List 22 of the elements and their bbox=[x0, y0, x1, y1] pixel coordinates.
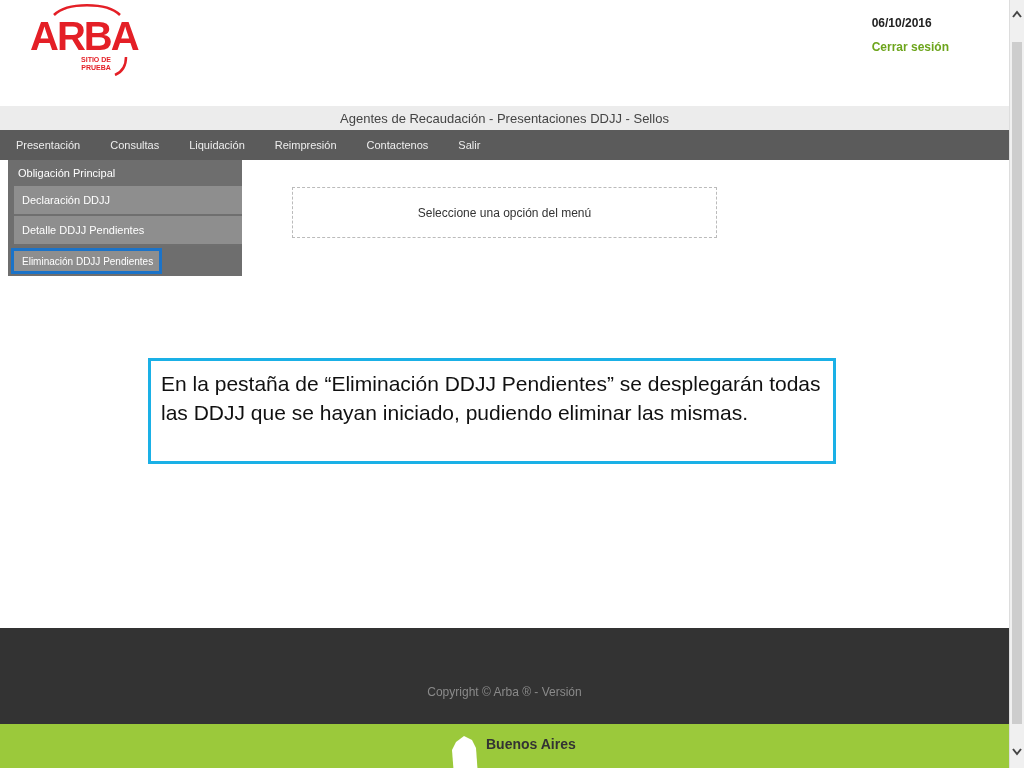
title-bar: Agentes de Recaudación - Presentaciones DDJJ - Sellos bbox=[0, 106, 1009, 130]
menu-item[interactable]: Consultas bbox=[100, 130, 180, 160]
callout-note: En la pestaña de “Eliminación DDJJ Pendientes” se desplegarán todas las DDJJ que se hayan iniciado, pudiendo eliminar las mismas. bbox=[148, 358, 836, 464]
date-text: 06/10/2016 bbox=[871, 16, 933, 30]
copyright-text: Copyright © Arba ® - Versión bbox=[427, 685, 582, 699]
scroll-up-icon[interactable] bbox=[1012, 10, 1022, 18]
province-map-icon bbox=[452, 736, 478, 768]
logo-arc-icon bbox=[114, 56, 128, 76]
logo-arc-icon bbox=[52, 4, 122, 16]
menu-item[interactable]: Reimpresión bbox=[264, 130, 357, 160]
scrollbar-thumb[interactable] bbox=[1012, 42, 1022, 724]
dropdown-item[interactable]: Detalle DDJJ Pendientes bbox=[14, 216, 242, 246]
brand-text: Buenos Aires bbox=[486, 736, 576, 752]
scroll-down-icon[interactable] bbox=[1012, 748, 1022, 756]
dropdown-item[interactable]: Eliminación DDJJ Pendientes bbox=[11, 248, 163, 274]
dropdown-item[interactable]: Declaración DDJJ bbox=[14, 186, 242, 216]
menu-item[interactable]: Presentación bbox=[6, 130, 101, 160]
menu-item[interactable]: Liquidación bbox=[179, 130, 265, 160]
menu-item[interactable]: Salir bbox=[448, 130, 501, 160]
content-message: Seleccione una opción del menú bbox=[292, 187, 717, 238]
menu-item[interactable]: Contactenos bbox=[356, 130, 449, 160]
logo-text: ARBA bbox=[30, 16, 138, 56]
